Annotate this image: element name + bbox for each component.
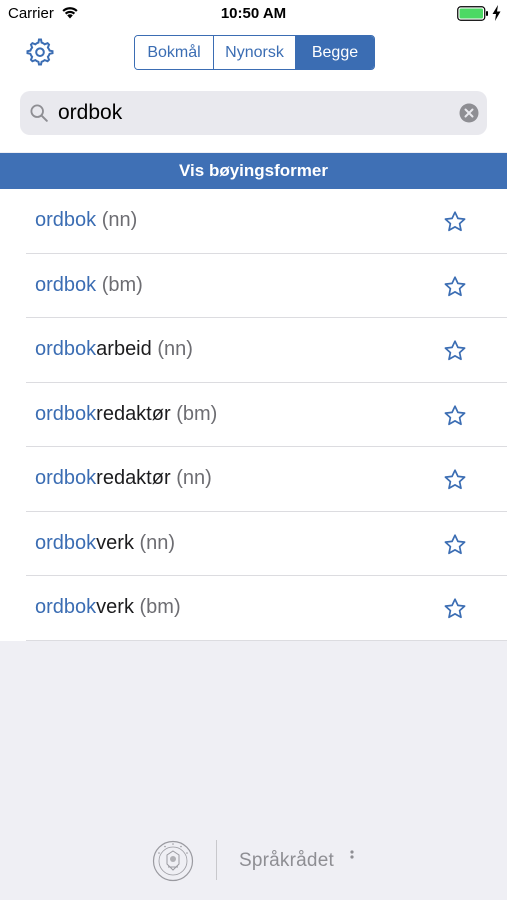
star-icon[interactable] [443,404,467,428]
result-label: ordbok (bm) [35,274,143,297]
list-item[interactable]: ordbokredaktør (bm) [0,383,507,448]
result-label: ordbokredaktør (bm) [35,403,217,426]
list-item[interactable]: ordbok (nn) [0,189,507,254]
list-item[interactable]: ordbokverk (nn) [0,512,507,577]
result-language-tag: (nn) [139,531,176,554]
star-icon[interactable] [443,597,467,621]
clock: 10:50 AM [220,5,287,22]
list-item[interactable]: ordbok (bm) [0,254,507,319]
show-inflections-button[interactable]: Vis bøyingsformer [0,153,507,189]
search-field[interactable]: ordbok [20,91,487,135]
search-input[interactable]: ordbok [58,101,122,125]
result-language-tag: (nn) [176,467,212,489]
result-language-tag: (bm) [176,402,218,425]
result-suffix: redaktør [96,402,171,425]
result-language-tag: (nn) [101,209,138,231]
list-item[interactable]: ordbokredaktør (nn) [0,447,507,512]
battery-icon [457,6,488,21]
result-label: ordbok (nn) [35,209,137,232]
footer-divider [216,840,217,880]
result-language-tag: (bm) [139,596,181,618]
result-match: ordbok [35,402,97,425]
footer-logos: Språkrådet [0,838,507,884]
segment-nynorsk[interactable]: Nynorsk [214,36,296,69]
segment-begge[interactable]: Begge [296,36,374,69]
star-icon[interactable] [443,210,467,234]
result-label: ordbokverk (nn) [35,532,175,555]
charging-icon [492,5,501,21]
result-match: ordbok [35,531,97,554]
result-suffix: redaktør [96,467,171,489]
clear-icon[interactable] [459,103,479,123]
results-list: ordbok (nn) ordbok (bm) ordbokarbeid (nn… [0,189,507,641]
star-icon[interactable] [443,468,467,492]
status-bar: Carrier 10:50 AM [0,0,507,28]
result-match: ordbok [35,273,97,296]
star-icon[interactable] [443,339,467,363]
result-suffix: arbeid [96,338,152,360]
sprakradet-logo-dots [350,850,354,859]
result-match: ordbok [35,467,97,489]
result-language-tag: (nn) [157,338,193,360]
result-language-tag: (bm) [101,273,143,296]
star-icon[interactable] [443,533,467,557]
star-icon[interactable] [443,275,467,299]
result-match: ordbok [35,338,97,360]
result-label: ordbokverk (bm) [35,596,181,619]
search-icon [30,104,48,122]
result-suffix: verk [96,596,134,618]
sprakradet-logo: Språkrådet [239,850,334,871]
language-segmented-control: Bokmål Nynorsk Begge [134,35,375,70]
result-match: ordbok [35,596,97,618]
list-item[interactable]: ordbokarbeid (nn) [0,318,507,383]
list-item[interactable]: ordbokverk (bm) [0,576,507,641]
segment-bokmal[interactable]: Bokmål [135,36,214,69]
result-label: ordbokredaktør (nn) [35,467,212,490]
gear-icon[interactable] [26,38,54,66]
university-seal-logo [152,840,194,882]
result-match: ordbok [35,209,97,231]
result-suffix: verk [96,531,134,554]
show-inflections-label: Vis bøyingsformer [179,161,328,180]
result-label: ordbokarbeid (nn) [35,338,193,361]
